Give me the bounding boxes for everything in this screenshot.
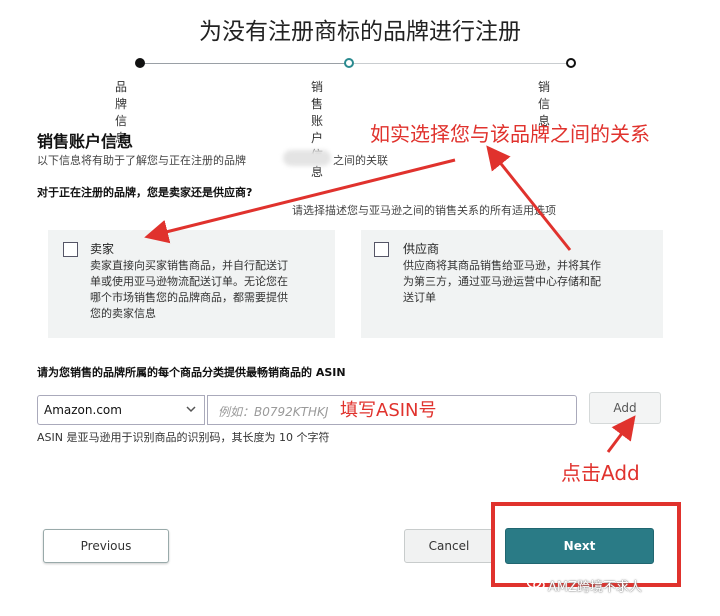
vendor-desc-line: 供应商将其商品销售给亚马逊，并将其作 — [403, 259, 601, 272]
step-dot-done — [135, 58, 145, 68]
seller-desc-line: 单或使用亚马逊物流配送订单。无论您在 — [90, 275, 288, 288]
section-subtitle-end: 之间的关联 — [333, 154, 388, 167]
step-dot-current — [344, 58, 354, 68]
previous-button[interactable]: Previous — [43, 529, 169, 563]
marketplace-selected-value: Amazon.com — [44, 403, 122, 417]
vendor-option-card[interactable]: 供应商 供应商将其商品销售给亚马逊，并将其作 为第三方，通过亚马逊运营中心存储和… — [361, 230, 663, 338]
vendor-desc-line: 送订单 — [403, 291, 436, 304]
vendor-option-description: 供应商将其商品销售给亚马逊，并将其作 为第三方，通过亚马逊运营中心存储和配 送订… — [403, 258, 601, 306]
add-asin-button[interactable]: Add — [589, 392, 661, 424]
next-highlight-box — [491, 502, 681, 587]
seller-option-description: 卖家直接向买家销售商品，并自行配送订 单或使用亚马逊物流配送订单。无论您在 哪个… — [90, 258, 288, 322]
section-subtitle-start: 以下信息将有助于了解您与正在注册的品牌 — [37, 154, 246, 167]
seller-desc-line: 哪个市场销售您的品牌商品，都需要提供 — [90, 291, 288, 304]
annotation-relation: 如实选择您与该品牌之间的关系 — [370, 122, 650, 146]
blurred-brand-name — [283, 150, 331, 166]
asin-input-placeholder: 例如：B0792KTHKJ — [218, 405, 329, 419]
marketplace-select[interactable]: Amazon.com — [37, 395, 205, 425]
seller-checkbox[interactable] — [63, 242, 78, 257]
asin-help-text: ASIN 是亚马逊用于识别商品的识别码，其长度为 10 个字符 — [37, 431, 330, 444]
watermark-text: AMZ跨境不求人 — [548, 580, 643, 595]
section-heading: 销售账户信息 — [37, 132, 134, 151]
cancel-button[interactable]: Cancel — [404, 529, 494, 563]
arrow-to-add — [606, 415, 636, 453]
relationship-question: 对于正在注册的品牌，您是卖家还是供应商? — [37, 186, 253, 199]
vendor-checkbox[interactable] — [374, 242, 389, 257]
asin-label: 请为您销售的品牌所属的每个商品分类提供最畅销商品的 ASIN — [37, 366, 346, 379]
annotation-fill-asin: 填写ASIN号 — [340, 400, 437, 421]
chevron-down-icon — [186, 406, 196, 413]
stepper-line-2 — [354, 63, 569, 64]
step-dot-next — [566, 58, 576, 68]
vendor-desc-line: 为第三方，通过亚马逊运营中心存储和配 — [403, 275, 601, 288]
seller-desc-line: 卖家直接向买家销售商品，并自行配送订 — [90, 259, 288, 272]
seller-option-card[interactable]: 卖家 卖家直接向买家销售商品，并自行配送订 单或使用亚马逊物流配送订单。无论您在… — [48, 230, 335, 338]
annotation-click-add: 点击Add — [561, 461, 640, 485]
stepper-line-1 — [140, 63, 348, 64]
page-title: 为没有注册商标的品牌进行注册 — [199, 19, 521, 45]
seller-desc-line: 您的卖家信息 — [90, 307, 156, 320]
wechat-icon — [527, 575, 545, 590]
seller-option-title: 卖家 — [90, 242, 115, 256]
vendor-option-title: 供应商 — [403, 242, 440, 256]
relationship-hint: 请选择描述您与亚马逊之间的销售关系的所有适用选项 — [292, 204, 556, 217]
